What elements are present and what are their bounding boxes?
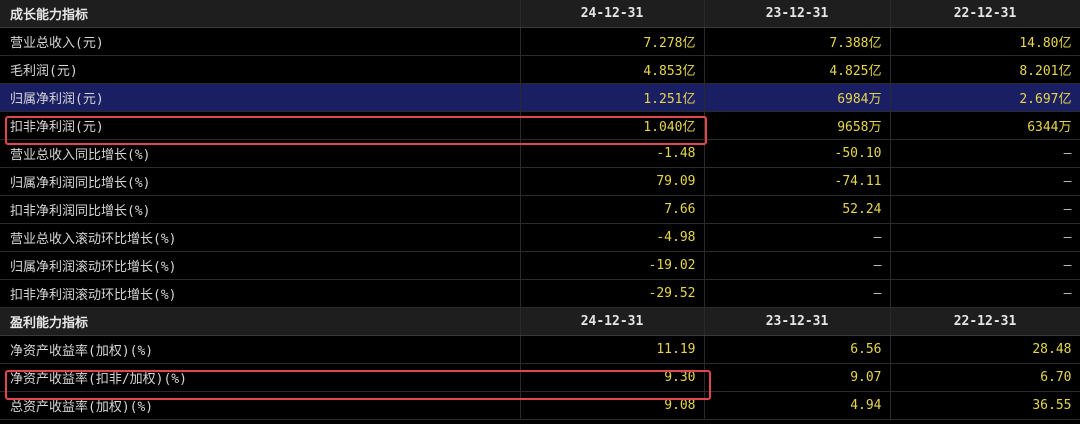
- row-value: 6.70: [890, 363, 1080, 392]
- table-row-roa-weighted[interactable]: 总资产收益率(加权)(%) 9.08 4.94 36.55: [0, 391, 1080, 420]
- row-value: 6.56: [704, 335, 891, 364]
- row-label: 毛利润(元): [0, 55, 521, 84]
- row-label: 扣非净利润(元): [0, 111, 521, 140]
- row-value: 9658万: [704, 111, 891, 140]
- table-row-roe-weighted[interactable]: 净资产收益率(加权)(%) 11.19 6.56 28.48: [0, 335, 1080, 364]
- row-value: -19.02: [520, 251, 705, 280]
- row-value: 36.55: [890, 391, 1080, 420]
- row-value: —: [890, 139, 1080, 168]
- column-date[interactable]: 24-12-31: [520, 0, 705, 28]
- row-value: 52.24: [704, 195, 891, 224]
- table-row-deducted-net-profit[interactable]: 扣非净利润(元) 1.040亿 9658万 6344万: [0, 111, 1080, 140]
- row-value: —: [704, 251, 891, 280]
- row-value: 4.825亿: [704, 55, 891, 84]
- table-row-net-profit-yoy[interactable]: 归属净利润同比增长(%) 79.09 -74.11 —: [0, 167, 1080, 196]
- row-label: 扣非净利润同比增长(%): [0, 195, 521, 224]
- column-date[interactable]: 23-12-31: [704, 0, 891, 28]
- column-date[interactable]: 23-12-31: [704, 307, 891, 336]
- table-row-revenue-qoq[interactable]: 营业总收入滚动环比增长(%) -4.98 — —: [0, 223, 1080, 252]
- row-value: —: [890, 251, 1080, 280]
- row-value: 4.853亿: [520, 55, 705, 84]
- row-value: 9.07: [704, 363, 891, 392]
- row-value: 9.30: [520, 363, 705, 392]
- row-value: 14.80亿: [890, 27, 1080, 56]
- row-label: 净资产收益率(加权)(%): [0, 335, 521, 364]
- table-row-roe-deducted-weighted[interactable]: 净资产收益率(扣非/加权)(%) 9.30 9.07 6.70: [0, 363, 1080, 392]
- row-label: 总资产收益率(加权)(%): [0, 391, 521, 420]
- row-label: 营业总收入(元): [0, 27, 521, 56]
- row-value: 7.278亿: [520, 27, 705, 56]
- row-value: —: [890, 195, 1080, 224]
- table-row-revenue-yoy[interactable]: 营业总收入同比增长(%) -1.48 -50.10 —: [0, 139, 1080, 168]
- row-value: -1.48: [520, 139, 705, 168]
- column-date[interactable]: 24-12-31: [520, 307, 705, 336]
- row-value: -29.52: [520, 279, 705, 308]
- row-value: 79.09: [520, 167, 705, 196]
- row-label: 营业总收入滚动环比增长(%): [0, 223, 521, 252]
- column-date[interactable]: 22-12-31: [890, 307, 1080, 336]
- table-row-total-revenue[interactable]: 营业总收入(元) 7.278亿 7.388亿 14.80亿: [0, 27, 1080, 56]
- row-value: 7.388亿: [704, 27, 891, 56]
- row-value: —: [704, 279, 891, 308]
- row-label: 归属净利润(元): [0, 83, 521, 112]
- section-header-growth: 成长能力指标 24-12-31 23-12-31 22-12-31: [0, 0, 1080, 28]
- row-value: 11.19: [520, 335, 705, 364]
- table-row-deducted-qoq[interactable]: 扣非净利润滚动环比增长(%) -29.52 — —: [0, 279, 1080, 308]
- row-label: 营业总收入同比增长(%): [0, 139, 521, 168]
- row-value: 28.48: [890, 335, 1080, 364]
- section-header-profitability: 盈利能力指标 24-12-31 23-12-31 22-12-31: [0, 307, 1080, 336]
- row-value: 6344万: [890, 111, 1080, 140]
- section-title: 盈利能力指标: [0, 307, 521, 336]
- row-value: 2.697亿: [890, 83, 1080, 112]
- table-row-deducted-yoy[interactable]: 扣非净利润同比增长(%) 7.66 52.24 —: [0, 195, 1080, 224]
- row-value: —: [890, 279, 1080, 308]
- section-title: 成长能力指标: [0, 0, 521, 28]
- column-date[interactable]: 22-12-31: [890, 0, 1080, 28]
- row-value: -50.10: [704, 139, 891, 168]
- row-value: 6984万: [704, 83, 891, 112]
- row-value: —: [704, 223, 891, 252]
- row-label: 归属净利润滚动环比增长(%): [0, 251, 521, 280]
- row-label: 净资产收益率(扣非/加权)(%): [0, 363, 521, 392]
- row-label: 扣非净利润滚动环比增长(%): [0, 279, 521, 308]
- row-value: 7.66: [520, 195, 705, 224]
- row-value: 9.08: [520, 391, 705, 420]
- row-value: -4.98: [520, 223, 705, 252]
- table-row-net-profit-qoq[interactable]: 归属净利润滚动环比增长(%) -19.02 — —: [0, 251, 1080, 280]
- row-value: -74.11: [704, 167, 891, 196]
- row-value: 8.201亿: [890, 55, 1080, 84]
- row-label: 归属净利润同比增长(%): [0, 167, 521, 196]
- financial-indicators-panel: 成长能力指标 24-12-31 23-12-31 22-12-31 营业总收入(…: [0, 0, 1080, 424]
- row-value: 1.040亿: [520, 111, 705, 140]
- table-row-net-profit-selected[interactable]: 归属净利润(元) 1.251亿 6984万 2.697亿: [0, 83, 1080, 112]
- row-value: —: [890, 167, 1080, 196]
- table-row-gross-profit[interactable]: 毛利润(元) 4.853亿 4.825亿 8.201亿: [0, 55, 1080, 84]
- row-value: —: [890, 223, 1080, 252]
- row-value: 4.94: [704, 391, 891, 420]
- row-value: 1.251亿: [520, 83, 705, 112]
- indicators-table: 成长能力指标 24-12-31 23-12-31 22-12-31 营业总收入(…: [0, 0, 1080, 420]
